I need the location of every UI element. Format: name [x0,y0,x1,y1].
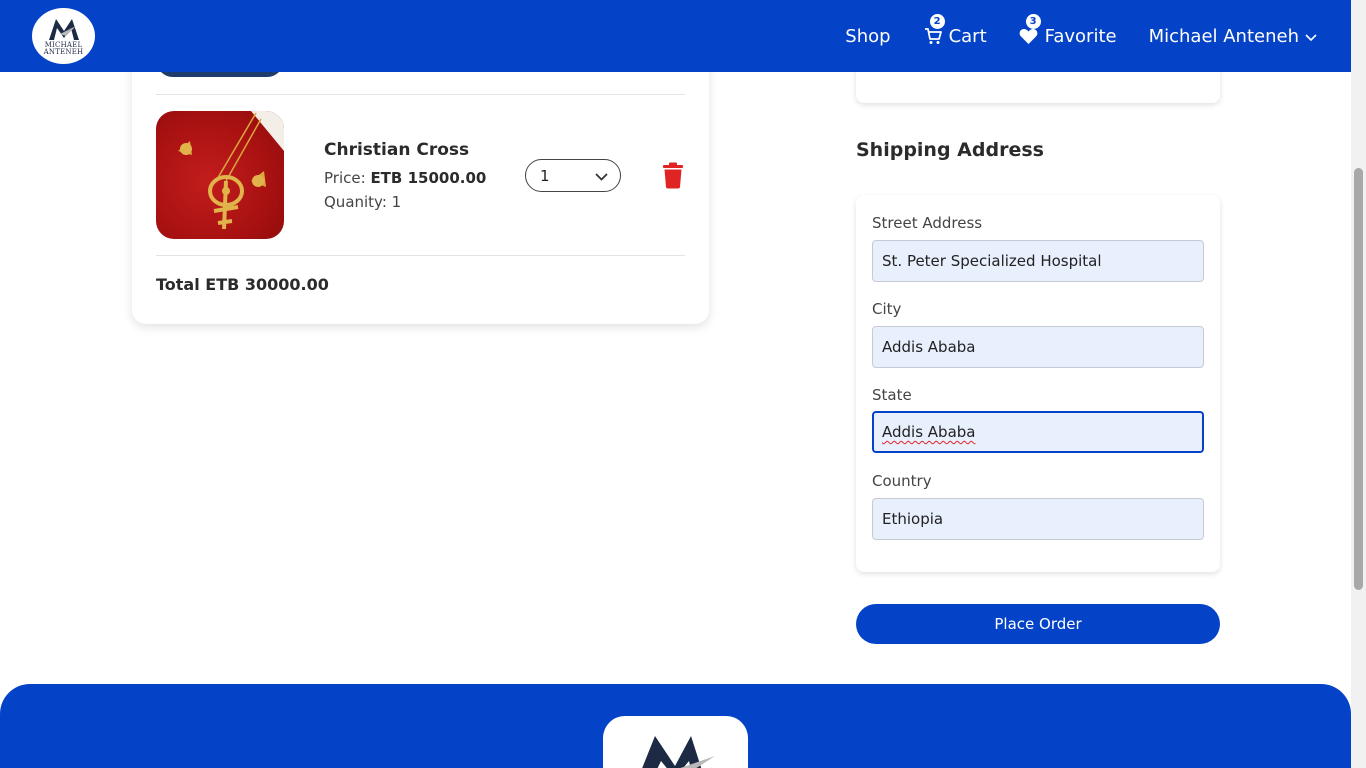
shipping-address-title: Shipping Address [856,139,1044,161]
trash-icon[interactable] [661,162,685,189]
divider [156,255,685,256]
shipping-address-form: Street Address St. Peter Specialized Hos… [856,195,1220,572]
footer-logo-mark-icon [642,736,715,768]
user-menu-dropdown[interactable]: Michael Anteneh [1149,26,1317,47]
state-input[interactable]: Addis Ababa [872,411,1204,453]
state-label: State [872,386,912,404]
state-input-value: Addis Ababa [882,423,976,441]
heart-icon: 3 [1019,14,1041,46]
product-image [156,111,284,239]
country-label: Country [872,472,932,490]
cart-count-badge: 2 [929,14,945,29]
cart-items-card: Christian Cross Price: ETB 15000.00 Quan… [132,40,709,324]
logo-mark-icon [48,19,79,40]
nav-favorite-link[interactable]: 3 Favorite [1019,14,1117,47]
brand-logo[interactable]: MICHAEL ANTENEH [32,8,95,64]
footer-logo [603,716,748,768]
page-scrollbar[interactable] [1351,0,1366,768]
nav-menu: Shop 2 Cart 3 Favorite Michael Anteneh [845,0,1317,72]
product-price: Price: ETB 15000.00 [324,166,486,190]
place-order-button[interactable]: Place Order [856,604,1220,644]
logo-text-line2: ANTENEH [43,48,84,56]
quantity-select[interactable]: 1 [525,159,621,192]
city-label: City [872,300,902,318]
user-name: Michael Anteneh [1148,25,1299,47]
product-quantity: Quanity: 1 [324,193,402,211]
quantity-select-value: 1 [540,166,550,185]
scrollbar-thumb[interactable] [1354,168,1363,590]
nav-shop-link[interactable]: Shop [845,26,890,47]
city-input[interactable]: Addis Ababa [872,326,1204,368]
product-name: Christian Cross [324,140,470,160]
price-value: ETB 15000.00 [370,169,487,187]
chevron-down-icon [1305,26,1317,47]
top-navbar: MICHAEL ANTENEH Shop 2 Cart 3 Favorite M… [0,0,1351,72]
nav-cart-link[interactable]: 2 Cart [923,14,987,47]
cart-total: Total ETB 30000.00 [156,275,329,294]
cart-icon: 2 [923,14,945,46]
price-label: Price: [324,169,366,187]
favorite-count-badge: 3 [1025,14,1041,29]
nav-favorite-label: Favorite [1044,25,1117,47]
street-address-input[interactable]: St. Peter Specialized Hospital [872,240,1204,282]
chevron-down-icon [595,167,608,185]
street-address-label: Street Address [872,214,983,232]
country-input[interactable]: Ethiopia [872,498,1204,540]
nav-shop-label: Shop [845,25,891,47]
divider [156,94,685,95]
product-info: Christian Cross Price: ETB 15000.00 Quan… [324,140,486,214]
nav-cart-label: Cart [948,25,987,47]
